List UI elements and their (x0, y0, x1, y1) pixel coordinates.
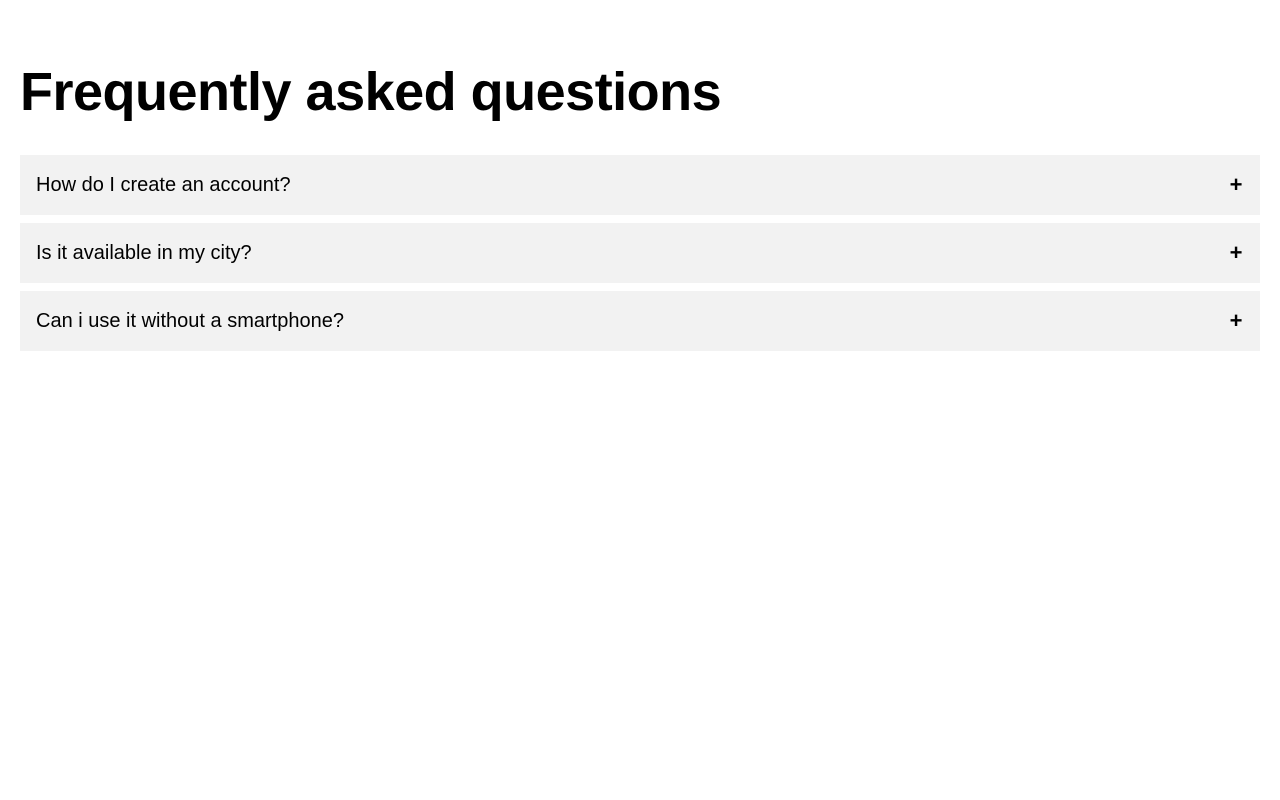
plus-icon[interactable]: + (1228, 242, 1244, 264)
faq-question: How do I create an account? (36, 174, 291, 196)
faq-list: How do I create an account? + Is it avai… (20, 155, 1260, 351)
faq-page: Frequently asked questions How do I crea… (0, 0, 1280, 800)
faq-item-city-availability[interactable]: Is it available in my city? + (20, 223, 1260, 283)
faq-item-create-account[interactable]: How do I create an account? + (20, 155, 1260, 215)
page-title: Frequently asked questions (20, 62, 722, 122)
faq-question: Can i use it without a smartphone? (36, 310, 344, 332)
faq-question: Is it available in my city? (36, 242, 252, 264)
faq-item-without-smartphone[interactable]: Can i use it without a smartphone? + (20, 291, 1260, 351)
plus-icon[interactable]: + (1228, 310, 1244, 332)
plus-icon[interactable]: + (1228, 174, 1244, 196)
